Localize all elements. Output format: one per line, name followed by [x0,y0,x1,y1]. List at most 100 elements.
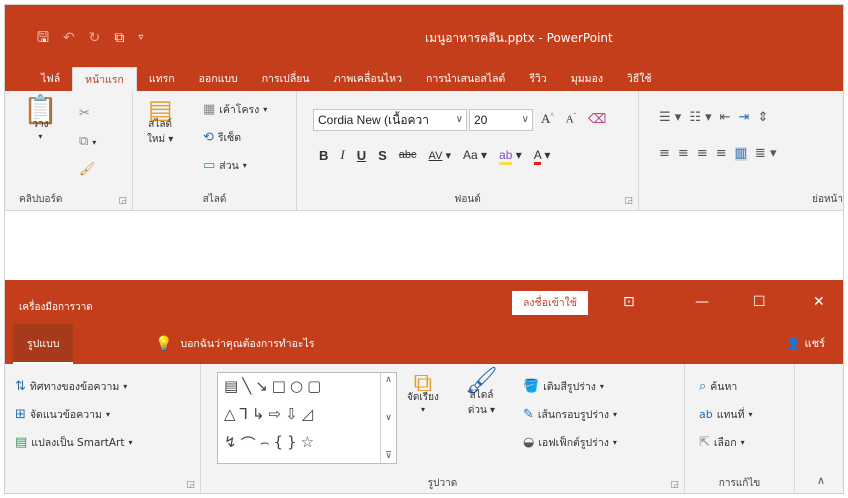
dialog-launcher-icon[interactable]: ◲ [186,480,195,490]
title-bar: 🖫 ↶ ↻ ⧉ ▿ เมนูอาหารคลีน.pptx - PowerPoin… [5,5,843,63]
decrease-indent-icon[interactable]: ⇤ [720,111,731,125]
font-size-combo[interactable]: 20 ∨ [469,109,533,131]
editing-group: ⌕ ค้นหา ab แทนที่ ▾ ⇱ เลือก ▾ การแก้ไข [685,364,795,493]
chevron-down-icon: ▾ [128,438,133,447]
tab-design[interactable]: ออกแบบ [187,67,250,91]
document-title: เมนูอาหารคลีน.pptx - PowerPoint [425,31,613,45]
tell-me-text: บอกฉันว่าคุณต้องการทำอะไร [180,338,315,350]
paste-icon: 📋 [23,93,58,126]
tab-transitions[interactable]: การเปลี่ยน [250,67,322,91]
dialog-launcher-icon[interactable]: ◲ [118,196,127,206]
maximize-icon[interactable]: ☐ [753,292,766,312]
section-button[interactable]: ▭ ส่วน ▾ [203,157,247,174]
align-tools: ≡ ≡ ≡ ≡ ▥ ≣ ▾ [659,147,776,161]
tab-insert[interactable]: แทรก [137,67,187,91]
clear-format-icon[interactable]: ⌫ [588,111,606,127]
save-icon[interactable]: 🖫 [37,29,49,47]
align-text-label: จัดแนวข้อความ [29,409,102,421]
tab-home[interactable]: หน้าแรก [72,67,137,91]
format-buttons: B I U S abc AV ▾ Aa ▾ ab ▾ A ▾ [319,147,550,165]
copy-button[interactable]: ⧉ ▾ [79,135,96,149]
tab-review[interactable]: รีวิว [517,67,558,91]
select-label: เลือก [713,437,737,449]
justify-icon[interactable]: ≡ [716,147,727,161]
collapse-ribbon-button[interactable]: ∧ [817,474,825,487]
tab-format[interactable]: รูปแบบ [13,324,74,364]
align-text-button[interactable]: ⊞ จัดแนวข้อความ ▾ [15,406,110,423]
contextual-tab-title: เครื่องมือการวาด [19,302,93,313]
columns-icon[interactable]: ▥ [734,147,747,161]
cut-button[interactable]: ✂ [79,107,90,121]
align-left-icon[interactable]: ≡ [659,147,670,161]
shadow-button[interactable]: S [378,148,387,163]
char-spacing-button[interactable]: AV ▾ [429,149,451,162]
increase-indent-icon[interactable]: ⇥ [739,111,750,125]
find-label: ค้นหา [710,381,738,393]
dialog-launcher-icon[interactable]: ◲ [624,196,633,206]
clipboard-group: 📋 วาง ▾ ✂ ⧉ ▾ 🖌 คลิปบอร์ด ◲ [5,91,133,211]
line-spacing-icon[interactable]: ⇕ [757,111,768,125]
bullets-icon[interactable]: ☰ ▾ [659,111,681,125]
highlight-button[interactable]: ab ▾ [499,148,522,165]
chevron-down-icon: ▾ [242,161,247,170]
underline-button[interactable]: U [357,148,366,163]
select-button[interactable]: ⇱ เลือก ▾ [699,434,745,451]
tab-file[interactable]: ไฟล์ [29,67,72,91]
font-group-label: ฟอนต์ [454,194,481,205]
tab-slideshow[interactable]: การนำเสนอสไลด์ [414,67,517,91]
convert-smartart-button[interactable]: ▤ แปลงเป็น SmartArt ▾ [15,434,132,451]
align-center-icon[interactable]: ≡ [678,147,689,161]
grow-font-icon[interactable]: A^ [541,111,554,127]
font-size-tools: A^ Aˇ ⌫ [541,111,606,127]
replace-label: แทนที่ [716,409,745,421]
find-button[interactable]: ⌕ ค้นหา [699,378,737,395]
reset-button[interactable]: ⟲ รีเซ็ต [203,129,241,146]
tab-help[interactable]: วิธีใช้ [615,67,664,91]
align-right-icon[interactable]: ≡ [697,147,708,161]
text-direction-icon[interactable]: ≣ ▾ [755,147,777,161]
text-direction-label: ทิศทางของข้อความ [29,381,120,393]
char-spacing-label: AV [428,149,443,162]
italic-button[interactable]: I [340,147,344,163]
blank-area [5,212,843,280]
new-slide-button[interactable]: ▤ สไลด์ ใหม่ ▾ [147,97,173,147]
ribbon-tabs: ไฟล์ หน้าแรก แทรก ออกแบบ การเปลี่ยน ภาพเ… [5,63,843,91]
font-color-button[interactable]: A ▾ [533,148,550,165]
strikethrough-button[interactable]: abc [399,149,417,161]
format-painter-button[interactable]: 🖌 [79,163,96,177]
chevron-down-icon: ▾ [740,438,745,447]
smartart-label: แปลงเป็น SmartArt [31,437,125,449]
paste-button[interactable]: 📋 วาง ▾ [23,93,58,142]
layout-button[interactable]: ▦ เค้าโครง ▾ [203,101,267,118]
tab-view[interactable]: มุมมอง [559,67,615,91]
slides-group-label: สไลด์ [202,194,227,205]
drawing-group: รูปวาด ◲ [201,364,685,493]
text-direction-button[interactable]: ⇅ ทิศทางของข้อความ ▾ [15,378,127,395]
tell-me-box[interactable]: 💡 บอกฉันว่าคุณต้องการทำอะไร [155,324,314,364]
dialog-launcher-icon[interactable]: ◲ [670,480,679,490]
minimize-icon[interactable]: — [695,292,709,312]
replace-button[interactable]: ab แทนที่ ▾ [699,406,753,423]
close-icon[interactable]: ✕ [813,292,825,312]
scissors-icon: ✂ [79,106,90,121]
smartart-icon: ▤ [15,434,28,450]
font-name-combo[interactable]: Cordia New (เนื้อควา ∨ [313,109,467,131]
brush-icon: 🖌 [79,162,96,177]
undo-icon[interactable]: ↶ [63,29,75,47]
tab-animations[interactable]: ภาพเคลื่อนไหว [322,67,414,91]
ribbon-display-icon[interactable]: ⊡ [623,292,635,312]
paste-label: วาง [32,119,49,130]
shrink-font-icon[interactable]: Aˇ [566,112,576,126]
chevron-down-icon[interactable]: ▿ [138,29,143,47]
numbering-icon[interactable]: ☷ ▾ [689,111,711,125]
present-icon[interactable]: ⧉ [114,29,124,47]
chevron-down-icon[interactable]: ∨ [456,110,463,130]
change-case-button[interactable]: Aa ▾ [463,148,487,162]
chevron-down-icon[interactable]: ∨ [522,110,529,130]
text-group: ⇅ ทิศทางของข้อความ ▾ ⊞ จัดแนวข้อความ ▾ ▤ แปลง… [5,364,201,493]
redo-icon[interactable]: ↻ [89,29,101,47]
bold-button[interactable]: B [319,148,328,163]
sign-in-button[interactable]: ลงชื่อเข้าใช้ [512,291,588,315]
share-button[interactable]: 👤 แชร์ [787,324,825,364]
clipboard-group-label: คลิปบอร์ด [19,194,63,205]
